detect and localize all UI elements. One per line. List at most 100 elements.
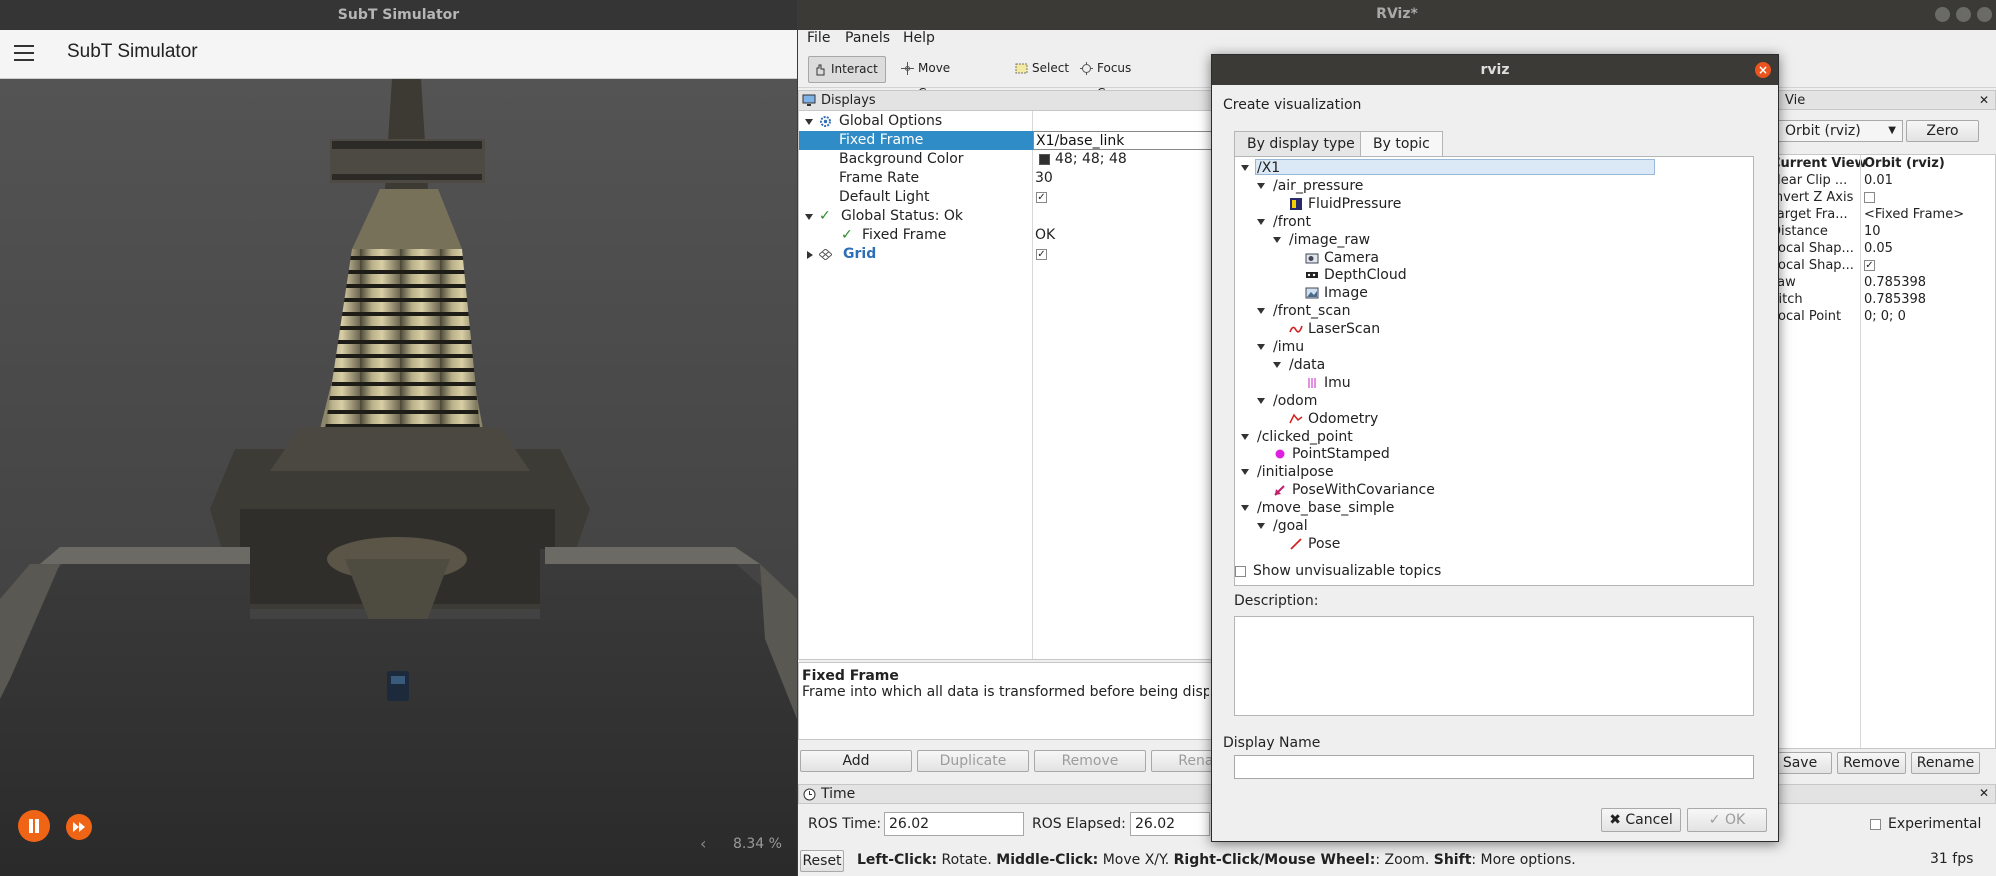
expand-arrow-icon[interactable] (805, 214, 813, 220)
cancel-button[interactable]: ✖ Cancel (1601, 808, 1681, 832)
view-prop-row[interactable]: Target Fra... <Fixed Frame> (1766, 206, 1996, 223)
show-unvisualizable-checkbox[interactable] (1235, 566, 1246, 577)
expand-arrow-icon[interactable] (1257, 308, 1265, 315)
default-light-checkbox[interactable]: ✓ (1036, 192, 1047, 203)
topic-tree-topic[interactable]: /X1 (1257, 159, 1280, 177)
topic-tree-topic[interactable]: /data (1289, 356, 1325, 374)
topic-tree-topic[interactable]: /image_raw (1289, 231, 1370, 249)
menu-panels[interactable]: Panels (845, 30, 890, 46)
menu-icon[interactable] (14, 45, 34, 63)
duplicate-display-button[interactable]: Duplicate (917, 750, 1029, 772)
tab-by-topic[interactable]: By topic (1360, 131, 1443, 158)
status-fixed-frame-row[interactable]: ✓ Fixed Frame OK (799, 226, 1214, 245)
topic-tree-display-type[interactable]: Camera (1324, 249, 1379, 267)
remove-display-button[interactable]: Remove (1034, 750, 1146, 772)
expand-arrow-icon[interactable] (1241, 165, 1249, 171)
topic-tree-topic[interactable]: /odom (1273, 392, 1317, 410)
expand-arrow-icon[interactable] (1241, 469, 1249, 476)
global-options-row[interactable]: Global Options (799, 112, 1214, 131)
display-name-field[interactable] (1234, 755, 1754, 779)
topic-tree-display-type[interactable]: Image (1324, 284, 1368, 302)
fixed-frame-row[interactable]: Fixed Frame X1/base_link (799, 131, 1214, 150)
reset-button[interactable]: Reset (800, 850, 844, 872)
view-prop-row[interactable]: Pitch 0.785398 (1766, 291, 1996, 308)
expand-arrow-icon[interactable] (1273, 361, 1281, 368)
default-light-row[interactable]: Default Light ✓ (799, 188, 1214, 207)
topic-tree-topic[interactable]: /front_scan (1273, 302, 1350, 320)
view-prop-row[interactable]: Focal Shap... ✓ (1766, 257, 1996, 274)
view-prop-row[interactable]: Yaw 0.785398 (1766, 274, 1996, 291)
maximize-button[interactable] (1956, 7, 1971, 22)
view-prop-row[interactable]: Invert Z Axis (1766, 189, 1996, 206)
ros-time-field[interactable]: 26.02 (884, 812, 1024, 836)
topic-tree-topic[interactable]: /air_pressure (1273, 177, 1363, 195)
zoom-collapse-chevron[interactable]: ‹ (700, 834, 706, 853)
expand-arrow-icon[interactable] (1257, 397, 1265, 404)
tab-by-display-type[interactable]: By display type (1234, 131, 1368, 157)
expand-arrow-icon[interactable] (1257, 182, 1265, 189)
topic-tree-display-type[interactable]: PoseWithCovariance (1292, 481, 1435, 499)
view-prop-row[interactable]: Near Clip ... 0.01 (1766, 172, 1996, 189)
remove-view-button[interactable]: Remove (1837, 752, 1906, 774)
color-swatch[interactable] (1039, 154, 1050, 165)
experimental-checkbox[interactable] (1870, 819, 1881, 830)
window-close-button[interactable] (1977, 7, 1992, 22)
zero-view-button[interactable]: Zero (1906, 120, 1979, 142)
invert-z-checkbox[interactable] (1864, 192, 1875, 203)
expand-arrow-icon[interactable] (1241, 505, 1249, 512)
topic-tree[interactable]: /X1/air_pressure FluidPressure/front/imag… (1234, 156, 1754, 586)
expand-arrow-icon[interactable] (1273, 236, 1281, 243)
topic-tree-display-type[interactable]: PointStamped (1292, 445, 1390, 463)
move-camera-tool[interactable]: Move Camera (896, 56, 1000, 100)
rename-view-button[interactable]: Rename (1911, 752, 1980, 774)
background-color-row[interactable]: Background Color 48; 48; 48 (799, 150, 1214, 169)
view-prop-row[interactable]: Focal Shap... 0.05 (1766, 240, 1996, 257)
menu-file[interactable]: File (807, 30, 830, 46)
expand-arrow-icon[interactable] (1257, 344, 1265, 350)
topic-tree-topic[interactable]: /front (1273, 213, 1311, 231)
topic-tree-display-type[interactable]: FluidPressure (1308, 195, 1401, 213)
collapse-arrow-icon[interactable] (807, 251, 813, 259)
pause-button[interactable] (18, 810, 50, 842)
topic-tree-topic[interactable]: /initialpose (1257, 463, 1334, 481)
focus-camera-tool[interactable]: Focus Camera (1075, 56, 1180, 100)
focal-shape-checkbox[interactable]: ✓ (1864, 260, 1875, 271)
topic-tree-display-type[interactable]: DepthCloud (1324, 266, 1407, 284)
topic-tree-display-type[interactable]: LaserScan (1308, 320, 1380, 338)
pause-icon (29, 819, 39, 833)
topic-tree-topic[interactable]: /goal (1273, 517, 1308, 535)
frame-rate-row[interactable]: Frame Rate 30 (799, 169, 1214, 188)
global-status-row[interactable]: ✓ Global Status: Ok (799, 207, 1214, 226)
property-description: Fixed Frame Frame into which all data is… (798, 662, 1213, 740)
topic-tree-display-type[interactable]: Imu (1324, 374, 1351, 392)
topic-tree-display-type[interactable]: Odometry (1308, 410, 1378, 428)
fast-forward-button[interactable] (66, 814, 92, 840)
add-display-button[interactable]: Add (800, 750, 912, 772)
simulation-3d-view[interactable] (0, 79, 797, 876)
fixed-frame-value[interactable]: X1/base_link (1033, 131, 1213, 150)
pose-covariance-icon (1274, 485, 1285, 496)
expand-arrow-icon[interactable] (805, 119, 813, 125)
topic-tree-display-type[interactable]: Pose (1308, 535, 1340, 553)
view-type-select[interactable]: Orbit (rviz) ▼ (1770, 120, 1903, 142)
expand-arrow-icon[interactable] (1257, 523, 1265, 529)
ros-elapsed-field[interactable]: 26.02 (1130, 812, 1210, 836)
dialog-close-icon[interactable]: × (1755, 62, 1771, 78)
topic-tree-topic[interactable]: /move_base_simple (1257, 499, 1394, 517)
current-view-row[interactable]: Current View Orbit (rviz) (1766, 155, 1996, 172)
grid-row[interactable]: Grid ✓ (799, 245, 1214, 264)
close-icon[interactable]: ✕ (1979, 786, 1989, 800)
expand-arrow-icon[interactable] (1241, 433, 1249, 440)
topic-tree-topic[interactable]: /clicked_point (1257, 428, 1353, 446)
menu-help[interactable]: Help (903, 30, 935, 46)
view-prop-row[interactable]: Distance 10 (1766, 223, 1996, 240)
grid-checkbox[interactable]: ✓ (1036, 249, 1047, 260)
view-prop-row[interactable]: Focal Point 0; 0; 0 (1766, 308, 1996, 325)
ok-button[interactable]: ✓ OK (1687, 808, 1767, 832)
topic-tree-topic[interactable]: /imu (1273, 338, 1304, 356)
interact-tool[interactable]: Interact (808, 56, 886, 83)
close-icon[interactable]: ✕ (1979, 91, 1989, 109)
expand-arrow-icon[interactable] (1257, 218, 1265, 225)
select-tool[interactable]: Select (1010, 56, 1072, 83)
minimize-button[interactable] (1935, 7, 1950, 22)
